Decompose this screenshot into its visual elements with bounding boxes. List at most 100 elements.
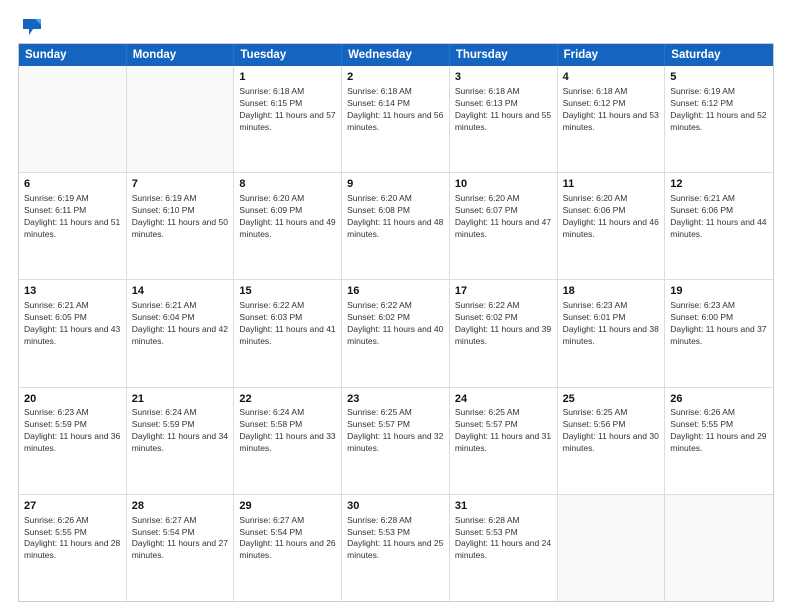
day-info: Sunrise: 6:22 AMSunset: 6:03 PMDaylight:… <box>239 300 336 348</box>
day-number: 24 <box>455 392 552 407</box>
day-cell-9: 9Sunrise: 6:20 AMSunset: 6:08 PMDaylight… <box>342 173 450 279</box>
day-number: 29 <box>239 499 336 514</box>
calendar-body: 1Sunrise: 6:18 AMSunset: 6:15 PMDaylight… <box>19 66 773 601</box>
day-cell-empty <box>558 495 666 601</box>
day-number: 6 <box>24 177 121 192</box>
day-number: 13 <box>24 284 121 299</box>
day-cell-4: 4Sunrise: 6:18 AMSunset: 6:12 PMDaylight… <box>558 66 666 172</box>
day-number: 2 <box>347 70 444 85</box>
day-cell-empty <box>665 495 773 601</box>
day-cell-empty <box>127 66 235 172</box>
day-cell-15: 15Sunrise: 6:22 AMSunset: 6:03 PMDayligh… <box>234 280 342 386</box>
day-cell-24: 24Sunrise: 6:25 AMSunset: 5:57 PMDayligh… <box>450 388 558 494</box>
day-cell-2: 2Sunrise: 6:18 AMSunset: 6:14 PMDaylight… <box>342 66 450 172</box>
day-number: 9 <box>347 177 444 192</box>
logo-icon <box>21 15 43 37</box>
calendar-week-5: 27Sunrise: 6:26 AMSunset: 5:55 PMDayligh… <box>19 495 773 601</box>
day-cell-26: 26Sunrise: 6:26 AMSunset: 5:55 PMDayligh… <box>665 388 773 494</box>
day-info: Sunrise: 6:18 AMSunset: 6:15 PMDaylight:… <box>239 86 336 134</box>
day-info: Sunrise: 6:25 AMSunset: 5:56 PMDaylight:… <box>563 407 660 455</box>
day-info: Sunrise: 6:26 AMSunset: 5:55 PMDaylight:… <box>670 407 768 455</box>
calendar-header: SundayMondayTuesdayWednesdayThursdayFrid… <box>19 44 773 66</box>
day-cell-21: 21Sunrise: 6:24 AMSunset: 5:59 PMDayligh… <box>127 388 235 494</box>
weekday-header-friday: Friday <box>558 44 666 66</box>
calendar-week-1: 1Sunrise: 6:18 AMSunset: 6:15 PMDaylight… <box>19 66 773 173</box>
day-info: Sunrise: 6:27 AMSunset: 5:54 PMDaylight:… <box>132 515 229 563</box>
header <box>18 15 774 33</box>
page: SundayMondayTuesdayWednesdayThursdayFrid… <box>0 0 792 612</box>
day-number: 15 <box>239 284 336 299</box>
day-cell-22: 22Sunrise: 6:24 AMSunset: 5:58 PMDayligh… <box>234 388 342 494</box>
day-cell-1: 1Sunrise: 6:18 AMSunset: 6:15 PMDaylight… <box>234 66 342 172</box>
day-number: 23 <box>347 392 444 407</box>
day-info: Sunrise: 6:23 AMSunset: 6:00 PMDaylight:… <box>670 300 768 348</box>
day-info: Sunrise: 6:20 AMSunset: 6:08 PMDaylight:… <box>347 193 444 241</box>
day-cell-7: 7Sunrise: 6:19 AMSunset: 6:10 PMDaylight… <box>127 173 235 279</box>
day-number: 14 <box>132 284 229 299</box>
day-number: 26 <box>670 392 768 407</box>
day-number: 16 <box>347 284 444 299</box>
day-info: Sunrise: 6:19 AMSunset: 6:10 PMDaylight:… <box>132 193 229 241</box>
day-number: 12 <box>670 177 768 192</box>
day-cell-18: 18Sunrise: 6:23 AMSunset: 6:01 PMDayligh… <box>558 280 666 386</box>
day-info: Sunrise: 6:18 AMSunset: 6:14 PMDaylight:… <box>347 86 444 134</box>
day-cell-6: 6Sunrise: 6:19 AMSunset: 6:11 PMDaylight… <box>19 173 127 279</box>
day-info: Sunrise: 6:20 AMSunset: 6:06 PMDaylight:… <box>563 193 660 241</box>
day-info: Sunrise: 6:20 AMSunset: 6:07 PMDaylight:… <box>455 193 552 241</box>
day-number: 1 <box>239 70 336 85</box>
day-number: 18 <box>563 284 660 299</box>
day-info: Sunrise: 6:25 AMSunset: 5:57 PMDaylight:… <box>347 407 444 455</box>
logo <box>18 15 43 33</box>
day-info: Sunrise: 6:28 AMSunset: 5:53 PMDaylight:… <box>347 515 444 563</box>
day-cell-8: 8Sunrise: 6:20 AMSunset: 6:09 PMDaylight… <box>234 173 342 279</box>
calendar: SundayMondayTuesdayWednesdayThursdayFrid… <box>18 43 774 602</box>
weekday-header-sunday: Sunday <box>19 44 127 66</box>
day-info: Sunrise: 6:26 AMSunset: 5:55 PMDaylight:… <box>24 515 121 563</box>
weekday-header-tuesday: Tuesday <box>234 44 342 66</box>
day-cell-13: 13Sunrise: 6:21 AMSunset: 6:05 PMDayligh… <box>19 280 127 386</box>
day-info: Sunrise: 6:19 AMSunset: 6:12 PMDaylight:… <box>670 86 768 134</box>
day-cell-14: 14Sunrise: 6:21 AMSunset: 6:04 PMDayligh… <box>127 280 235 386</box>
calendar-week-2: 6Sunrise: 6:19 AMSunset: 6:11 PMDaylight… <box>19 173 773 280</box>
day-info: Sunrise: 6:25 AMSunset: 5:57 PMDaylight:… <box>455 407 552 455</box>
day-cell-11: 11Sunrise: 6:20 AMSunset: 6:06 PMDayligh… <box>558 173 666 279</box>
weekday-header-monday: Monday <box>127 44 235 66</box>
day-cell-12: 12Sunrise: 6:21 AMSunset: 6:06 PMDayligh… <box>665 173 773 279</box>
day-cell-empty <box>19 66 127 172</box>
day-info: Sunrise: 6:18 AMSunset: 6:12 PMDaylight:… <box>563 86 660 134</box>
day-cell-29: 29Sunrise: 6:27 AMSunset: 5:54 PMDayligh… <box>234 495 342 601</box>
day-cell-28: 28Sunrise: 6:27 AMSunset: 5:54 PMDayligh… <box>127 495 235 601</box>
day-info: Sunrise: 6:22 AMSunset: 6:02 PMDaylight:… <box>347 300 444 348</box>
day-number: 27 <box>24 499 121 514</box>
day-info: Sunrise: 6:20 AMSunset: 6:09 PMDaylight:… <box>239 193 336 241</box>
day-info: Sunrise: 6:24 AMSunset: 5:59 PMDaylight:… <box>132 407 229 455</box>
day-number: 3 <box>455 70 552 85</box>
day-info: Sunrise: 6:24 AMSunset: 5:58 PMDaylight:… <box>239 407 336 455</box>
day-number: 19 <box>670 284 768 299</box>
weekday-header-wednesday: Wednesday <box>342 44 450 66</box>
day-cell-10: 10Sunrise: 6:20 AMSunset: 6:07 PMDayligh… <box>450 173 558 279</box>
day-info: Sunrise: 6:19 AMSunset: 6:11 PMDaylight:… <box>24 193 121 241</box>
calendar-week-3: 13Sunrise: 6:21 AMSunset: 6:05 PMDayligh… <box>19 280 773 387</box>
day-number: 8 <box>239 177 336 192</box>
day-info: Sunrise: 6:21 AMSunset: 6:04 PMDaylight:… <box>132 300 229 348</box>
day-cell-20: 20Sunrise: 6:23 AMSunset: 5:59 PMDayligh… <box>19 388 127 494</box>
day-number: 10 <box>455 177 552 192</box>
day-number: 20 <box>24 392 121 407</box>
day-number: 5 <box>670 70 768 85</box>
weekday-header-saturday: Saturday <box>665 44 773 66</box>
day-info: Sunrise: 6:21 AMSunset: 6:06 PMDaylight:… <box>670 193 768 241</box>
day-cell-16: 16Sunrise: 6:22 AMSunset: 6:02 PMDayligh… <box>342 280 450 386</box>
day-number: 4 <box>563 70 660 85</box>
day-number: 25 <box>563 392 660 407</box>
day-number: 22 <box>239 392 336 407</box>
day-cell-3: 3Sunrise: 6:18 AMSunset: 6:13 PMDaylight… <box>450 66 558 172</box>
day-number: 31 <box>455 499 552 514</box>
day-number: 17 <box>455 284 552 299</box>
day-number: 21 <box>132 392 229 407</box>
day-number: 7 <box>132 177 229 192</box>
day-cell-23: 23Sunrise: 6:25 AMSunset: 5:57 PMDayligh… <box>342 388 450 494</box>
day-info: Sunrise: 6:27 AMSunset: 5:54 PMDaylight:… <box>239 515 336 563</box>
day-cell-19: 19Sunrise: 6:23 AMSunset: 6:00 PMDayligh… <box>665 280 773 386</box>
weekday-header-thursday: Thursday <box>450 44 558 66</box>
